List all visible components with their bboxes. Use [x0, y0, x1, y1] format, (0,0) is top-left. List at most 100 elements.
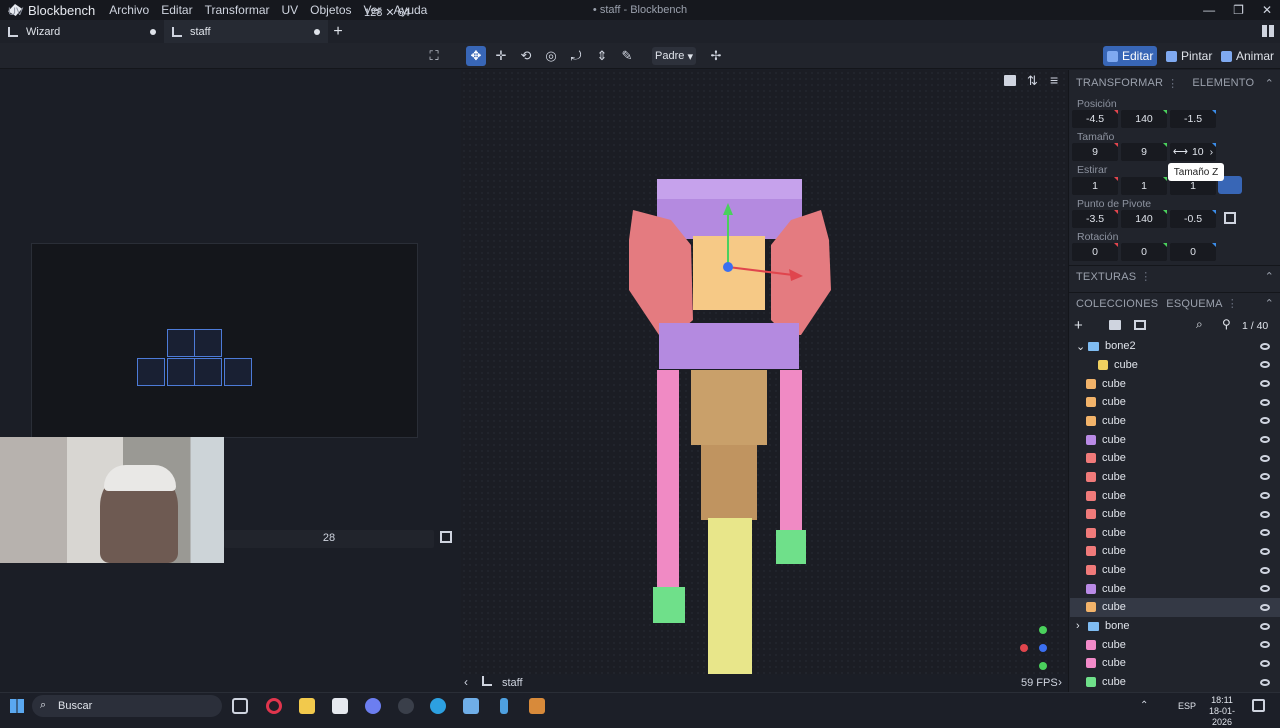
collapse-chevron-icon[interactable]: ⌃	[1265, 270, 1274, 283]
collapse-all-icon[interactable]	[1134, 320, 1146, 330]
maximize-icon[interactable]: ❐	[1233, 3, 1244, 17]
grid-menu-icon[interactable]	[1262, 25, 1274, 37]
windows-start-icon[interactable]	[10, 699, 24, 713]
outliner-cube[interactable]: cube	[1070, 449, 1280, 468]
3d-viewport[interactable]	[461, 70, 1068, 674]
visibility-eye-icon[interactable]	[1260, 566, 1270, 574]
visibility-eye-icon[interactable]	[1260, 473, 1270, 481]
more-options-icon[interactable]: ⋮	[1227, 297, 1238, 310]
outliner-cube[interactable]: cube	[1070, 505, 1280, 524]
axis-x-indicator[interactable]	[1020, 644, 1028, 652]
pivot-mode-select[interactable]: Padre ▾	[652, 47, 696, 65]
blockbench-taskbar-icon[interactable]	[463, 698, 479, 714]
visibility-eye-icon[interactable]	[1260, 417, 1270, 425]
transform-tab[interactable]: TRANSFORMAR	[1076, 77, 1163, 89]
visibility-eye-icon[interactable]	[1260, 361, 1270, 369]
model-cube[interactable]	[776, 530, 806, 564]
uv-face[interactable]	[194, 329, 222, 357]
model-cube[interactable]	[691, 370, 767, 445]
model-cube[interactable]	[653, 587, 685, 623]
add-element-icon[interactable]: +	[1074, 317, 1083, 334]
taskbar-search[interactable]: ⌕ Buscar	[32, 695, 222, 717]
outliner-cube[interactable]: cube	[1070, 412, 1280, 431]
menu-editar[interactable]: Editar	[161, 3, 192, 17]
visibility-eye-icon[interactable]	[1260, 342, 1270, 350]
size-x-input[interactable]: 9	[1072, 143, 1118, 161]
menu-archivo[interactable]: Archivo	[109, 3, 149, 17]
notification-icon[interactable]	[1252, 699, 1265, 712]
more-options-icon[interactable]: ⋮	[1140, 270, 1151, 283]
model-cube[interactable]	[659, 323, 799, 369]
fullscreen-icon[interactable]: ⛶	[424, 46, 444, 66]
close-icon[interactable]: ✕	[1262, 3, 1272, 17]
discord-icon[interactable]	[365, 698, 381, 714]
outliner-cube[interactable]: cube	[1070, 598, 1280, 617]
visibility-eye-icon[interactable]	[1260, 585, 1270, 593]
sort-icon[interactable]: ⇅	[1027, 73, 1038, 89]
visibility-eye-icon[interactable]	[1260, 659, 1270, 667]
gizmo-center[interactable]	[723, 262, 733, 272]
visibility-eye-icon[interactable]	[1260, 622, 1270, 630]
brush-tool-icon[interactable]: ✎	[617, 46, 637, 66]
outliner-cube[interactable]: cube	[1070, 524, 1280, 543]
size-y-input[interactable]: 9	[1121, 143, 1167, 161]
taskbar-clock[interactable]: 18:11 18-01-2026	[1202, 695, 1242, 728]
stretch-x-input[interactable]: 1	[1072, 177, 1118, 195]
search-icon[interactable]: ⌕	[1196, 317, 1203, 332]
translate-tool-icon[interactable]: ✛	[491, 46, 511, 66]
mode-edit-button[interactable]: Editar	[1103, 46, 1158, 66]
task-view-icon[interactable]	[232, 698, 248, 714]
outliner-cube[interactable]: cube	[1070, 486, 1280, 505]
visibility-eye-icon[interactable]	[1260, 641, 1270, 649]
app-icon[interactable]	[398, 698, 414, 714]
uv-face[interactable]	[194, 358, 222, 386]
outliner-cube[interactable]: cube	[1070, 673, 1280, 692]
visibility-eye-icon[interactable]	[1260, 678, 1270, 686]
stretch-y-input[interactable]: 1	[1121, 177, 1167, 195]
chevron-left-icon[interactable]: ‹	[464, 675, 468, 689]
screenshot-icon[interactable]	[1004, 75, 1016, 86]
model-cube[interactable]	[701, 445, 757, 520]
minimize-icon[interactable]: —	[1203, 3, 1215, 17]
axis-neg-y-indicator[interactable]	[1039, 662, 1047, 670]
chevron-up-icon[interactable]: ⌃	[1140, 700, 1148, 711]
opera-icon[interactable]	[266, 698, 282, 714]
vertex-snap-icon[interactable]: ⤾	[566, 46, 586, 66]
collections-tab[interactable]: COLECCIONES	[1076, 298, 1158, 310]
edge-icon[interactable]	[430, 698, 446, 714]
pivot-tool-icon[interactable]: ◎	[541, 46, 561, 66]
uv-face[interactable]	[167, 329, 195, 357]
outliner-cube[interactable]: cube	[1070, 542, 1280, 561]
outliner-cube[interactable]: cube	[1070, 561, 1280, 580]
visibility-eye-icon[interactable]	[1260, 547, 1270, 555]
visibility-eye-icon[interactable]	[1260, 454, 1270, 462]
size-z-input[interactable]: ⟷ 10 ›	[1170, 143, 1216, 161]
mode-animate-button[interactable]: Animar	[1217, 46, 1278, 66]
app-icon[interactable]	[500, 698, 508, 714]
textures-header[interactable]: TEXTURAS ⋮ ⌃	[1068, 265, 1280, 287]
rotation-z-input[interactable]: 0	[1170, 243, 1216, 261]
uv-face[interactable]	[137, 358, 165, 386]
position-z-input[interactable]: -1.5	[1170, 110, 1216, 128]
pivot-y-input[interactable]: 140	[1121, 210, 1167, 228]
position-y-input[interactable]: 140	[1121, 110, 1167, 128]
model-cube[interactable]	[657, 370, 679, 590]
store-icon[interactable]	[332, 698, 348, 714]
more-options-icon[interactable]: ⋮	[1167, 77, 1178, 90]
outliner-cube[interactable]: cube	[1070, 654, 1280, 673]
element-tab[interactable]: ELEMENTO	[1192, 77, 1254, 89]
outliner-cube[interactable]: cube	[1070, 374, 1280, 393]
visibility-eye-icon[interactable]	[1260, 436, 1270, 444]
tab-staff[interactable]: staff	[164, 20, 328, 43]
visibility-eye-icon[interactable]	[1260, 510, 1270, 518]
outliner-group[interactable]: › bone	[1070, 617, 1280, 636]
outliner-cube[interactable]: cube	[1070, 579, 1280, 598]
outliner-cube[interactable]: cube	[1070, 430, 1280, 449]
rotation-x-input[interactable]: 0	[1072, 243, 1118, 261]
attachment-icon[interactable]: ⚲	[1222, 317, 1231, 331]
menu-transformar[interactable]: Transformar	[205, 3, 270, 17]
outliner-cube[interactable]: cube	[1070, 635, 1280, 654]
unsaved-dot-icon[interactable]	[314, 28, 320, 35]
collapse-chevron-icon[interactable]: ⌃	[1265, 77, 1274, 90]
rotation-y-input[interactable]: 0	[1121, 243, 1167, 261]
